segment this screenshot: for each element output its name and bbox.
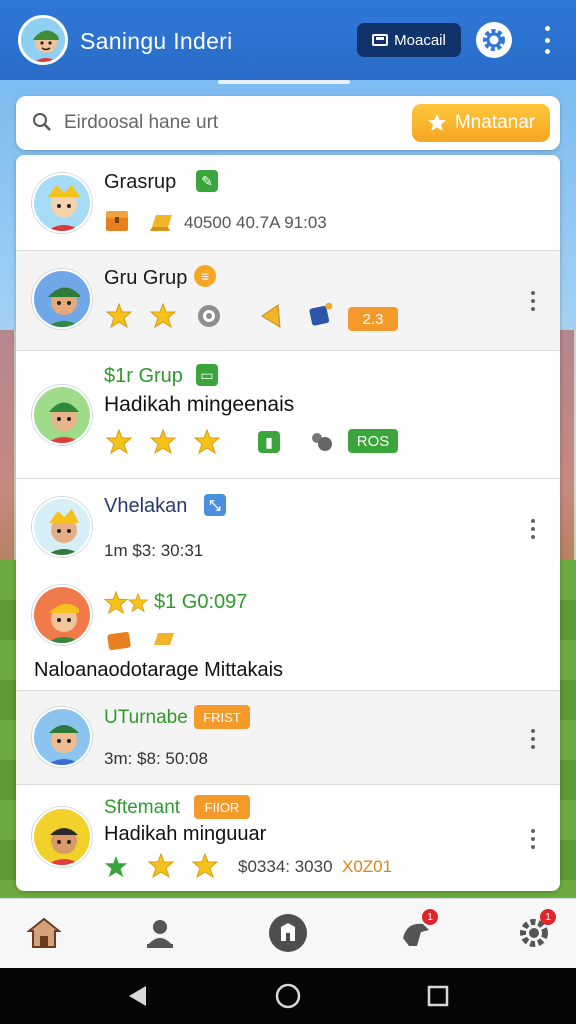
- star-icon: [148, 853, 174, 879]
- group-name: UTurnabe: [104, 707, 188, 728]
- star-icon: [104, 591, 128, 615]
- gem-icon: [198, 305, 220, 327]
- home-circle-icon[interactable]: [274, 982, 302, 1010]
- star-icon: [128, 593, 148, 613]
- home-icon[interactable]: [24, 913, 64, 953]
- battle-icon[interactable]: [268, 913, 308, 953]
- star-icon: [106, 303, 132, 329]
- star-icon: [427, 114, 446, 131]
- featured-button[interactable]: Mnatanar: [412, 104, 550, 142]
- gear-icon[interactable]: [476, 22, 512, 58]
- notification-badge: 1: [540, 909, 556, 925]
- avatar: [32, 807, 92, 867]
- window-icon: [372, 34, 389, 46]
- star-icon: [150, 303, 176, 329]
- card-icon: ▮: [258, 431, 280, 453]
- search-icon: [33, 113, 51, 131]
- notification-badge: 1: [422, 909, 438, 925]
- entry-description: Naloanaodotarage Mittakais: [34, 659, 284, 681]
- group-stats: $0334: 3030: [238, 857, 333, 876]
- group-subtitle: Hadikah minguuar: [104, 823, 267, 845]
- chest-icon: [107, 631, 131, 651]
- book-icon: [309, 302, 333, 326]
- avatar: [32, 269, 92, 329]
- chat-icon: ▭: [196, 364, 218, 386]
- profile-icon[interactable]: [140, 913, 180, 953]
- star-icon: [104, 855, 128, 878]
- edit-icon: ✎: [196, 170, 218, 192]
- tab-indicator: [218, 80, 350, 84]
- group-name: Grasrup: [104, 171, 177, 193]
- group-icon: [312, 433, 332, 451]
- mode-button[interactable]: Moacail: [357, 23, 461, 57]
- horn-icon: [261, 304, 281, 328]
- group-stats-extra: X0Z01: [342, 857, 393, 876]
- rank-tag: FRIST: [194, 705, 250, 729]
- avatar: [32, 385, 92, 445]
- avatar: [32, 585, 92, 645]
- bottom-navigation: 1 1: [0, 898, 576, 968]
- rank-tag: FIIOR: [194, 795, 250, 819]
- status-tag: ROS: [348, 429, 398, 453]
- entry-title: $1 G0:097: [154, 591, 248, 613]
- system-navigation-bar: [0, 968, 576, 1024]
- top-app-bar: Saningu Inderi Moacail: [0, 0, 576, 80]
- list-item[interactable]: $1r Grup ▭ Hadikah mingeenais ▮ ROS: [16, 351, 560, 479]
- back-icon[interactable]: [126, 984, 150, 1008]
- mode-button-label: Moacail: [394, 31, 446, 49]
- list-item[interactable]: Gru Grup ≡ 2.3: [16, 251, 560, 351]
- gold-bar-icon: [154, 633, 174, 645]
- more-vertical-icon[interactable]: [530, 729, 536, 749]
- recents-icon[interactable]: [426, 984, 450, 1008]
- group-name: Sftemant: [104, 797, 181, 818]
- list-item[interactable]: Grasrup ✎ 40500 40.7A 91:03: [16, 155, 560, 251]
- more-vertical-icon[interactable]: [530, 519, 536, 539]
- star-icon: [194, 429, 220, 455]
- user-avatar-icon[interactable]: [18, 15, 68, 65]
- group-name: Gru Grup: [104, 267, 188, 289]
- star-icon: [150, 429, 176, 455]
- star-icon: [106, 429, 132, 455]
- group-name: $1r Grup: [104, 365, 183, 387]
- guild-icon[interactable]: 1: [396, 909, 438, 953]
- avatar: [32, 497, 92, 557]
- more-vertical-icon[interactable]: [530, 829, 536, 849]
- settings-icon[interactable]: 1: [514, 909, 556, 953]
- app-title: Saningu Inderi: [80, 28, 233, 54]
- resize-icon: ⤡: [204, 494, 226, 516]
- avatar: [32, 173, 92, 233]
- search-input[interactable]: [64, 110, 414, 136]
- group-stats: 1m $3: 30:31: [104, 541, 204, 560]
- coin-icon: ≡: [194, 265, 216, 287]
- list-item[interactable]: Sftemant FIIOR Hadikah minguuar $0334: 3…: [16, 785, 560, 891]
- list-item[interactable]: Vhelakan ⤡ 1m $3: 30:31 $1 G0:097 Naloan…: [16, 479, 560, 691]
- featured-button-label: Mnatanar: [454, 112, 536, 133]
- avatar: [32, 707, 92, 767]
- level-tag: 2.3: [348, 307, 398, 331]
- group-list: Grasrup ✎ 40500 40.7A 91:03 Gru Grup ≡ 2…: [16, 155, 560, 891]
- group-stats: 40500 40.7A 91:03: [184, 213, 327, 232]
- group-name: Vhelakan: [104, 495, 188, 517]
- more-vertical-icon[interactable]: [538, 26, 556, 54]
- more-vertical-icon[interactable]: [530, 291, 536, 311]
- group-subtitle: Hadikah mingeenais: [104, 393, 295, 416]
- star-icon: [192, 853, 218, 879]
- group-stats: 3m: $8: 50:08: [104, 749, 208, 768]
- search-bar: Mnatanar: [16, 96, 560, 150]
- list-item[interactable]: UTurnabe FRIST 3m: $8: 50:08: [16, 691, 560, 785]
- chest-icon: [106, 211, 128, 231]
- gold-bar-icon: [150, 215, 172, 231]
